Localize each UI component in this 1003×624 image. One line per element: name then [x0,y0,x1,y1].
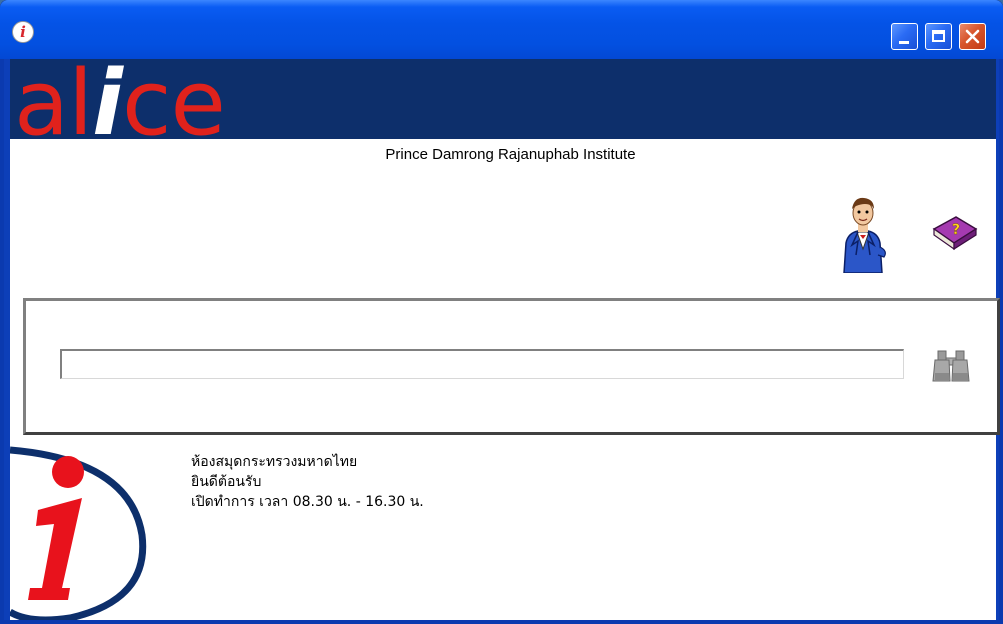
minimize-button[interactable] [891,23,918,50]
binoculars-icon[interactable] [930,349,972,383]
librarian-icon[interactable] [836,195,890,273]
close-icon [965,29,980,44]
search-input[interactable] [60,349,904,379]
info-icon[interactable]: i [12,21,34,43]
alice-logo: alice [14,51,226,156]
library-name: ห้องสมุดกระทรวงมหาดไทย [191,454,358,470]
info-logo [10,446,147,620]
institution-name: Prince Damrong Rajanuphab Institute [385,146,636,163]
opening-hours: เปิดทำการ เวลา 08.30 น. - 16.30 น. [191,494,424,510]
maximize-button[interactable] [925,23,952,50]
welcome-message: ห้องสมุดกระทรวงมหาดไทย ยินดีต้อนรับ เปิด… [191,452,424,512]
help-book-icon[interactable]: ? [930,207,978,253]
welcome-text: ยินดีต้อนรับ [191,474,262,490]
svg-text:?: ? [952,222,960,238]
close-button[interactable] [959,23,986,50]
